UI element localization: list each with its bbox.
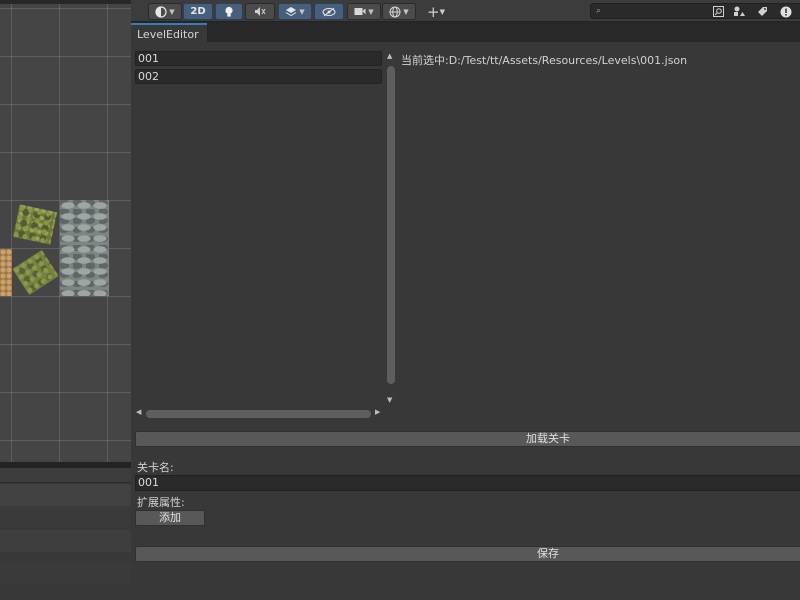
tag-icon xyxy=(757,7,767,16)
gizmos-dropdown[interactable]: ▼ xyxy=(382,3,416,20)
save-button[interactable]: 保存 xyxy=(135,546,800,562)
gizmo-globe-icon xyxy=(389,6,401,17)
plus-icon: + xyxy=(427,2,440,21)
lightbulb-icon xyxy=(225,6,233,17)
sprite-grass-tile[interactable] xyxy=(12,204,58,245)
draw-mode-dropdown[interactable]: ▼ xyxy=(148,3,182,20)
scene-search-button[interactable] xyxy=(709,3,727,20)
chevron-down-icon: ▼ xyxy=(403,7,409,16)
alert-button[interactable] xyxy=(777,3,795,20)
tag-button[interactable] xyxy=(753,3,771,20)
search-scene-icon xyxy=(712,6,724,17)
scene-toolbar: ▼ 2D ▼ ▼ ▼ + ▼ ⌕ xyxy=(131,0,800,22)
window-tab-strip xyxy=(131,22,800,42)
level-list[interactable]: 001 002 xyxy=(135,51,383,409)
chevron-down-icon: ▼ xyxy=(299,7,305,16)
level-list-item[interactable]: 001 xyxy=(135,51,382,66)
tab-level-editor[interactable]: LevelEditor xyxy=(131,23,207,42)
filter-button[interactable] xyxy=(730,3,748,20)
add-property-button[interactable]: 添加 xyxy=(135,510,205,526)
layers-icon xyxy=(286,7,297,17)
sprite-stone-tile[interactable] xyxy=(60,200,109,296)
scene-view-top-bar xyxy=(0,0,131,4)
extended-properties-label: 扩展属性: xyxy=(137,496,185,509)
load-level-button[interactable]: 加载关卡 xyxy=(135,431,800,447)
level-list-item[interactable]: 002 xyxy=(135,69,382,84)
chevron-down-icon: ▼ xyxy=(368,7,374,16)
hidden-objects-toggle[interactable] xyxy=(314,3,344,20)
effects-dropdown[interactable]: ▼ xyxy=(278,3,312,20)
scene-view[interactable] xyxy=(0,0,131,462)
panel-row[interactable] xyxy=(0,562,131,584)
panel-row[interactable] xyxy=(0,484,131,506)
scroll-down-arrow-icon[interactable]: ▼ xyxy=(387,396,392,404)
alert-icon xyxy=(780,6,792,17)
sprite-dirt-tile[interactable] xyxy=(0,249,12,296)
add-object-dropdown[interactable]: + ▼ xyxy=(423,2,449,21)
panel-header xyxy=(0,468,131,483)
scroll-left-arrow-icon[interactable]: ◀ xyxy=(136,408,141,416)
panel-row[interactable] xyxy=(0,530,131,552)
panel-row[interactable] xyxy=(0,506,131,528)
filter-icon xyxy=(734,6,745,16)
eye-slash-icon xyxy=(322,7,336,16)
camera-icon xyxy=(354,8,366,15)
selected-level-path: 当前选中:D:/Test/tt/Assets/Resources/Levels\… xyxy=(401,54,688,67)
level-name-field[interactable]: 001 xyxy=(135,475,800,491)
audio-toggle[interactable] xyxy=(245,3,275,20)
chevron-down-icon: ▼ xyxy=(169,7,175,16)
bottom-left-panel xyxy=(0,462,131,600)
sphere-icon xyxy=(155,5,167,18)
sprite-grass-tile[interactable] xyxy=(12,249,59,296)
camera-dropdown[interactable]: ▼ xyxy=(347,3,381,20)
horizontal-scrollbar-thumb[interactable] xyxy=(146,410,371,418)
search-icon: ⌕ xyxy=(596,6,602,16)
chevron-down-icon: ▼ xyxy=(439,7,445,16)
lighting-toggle[interactable] xyxy=(215,3,243,20)
mode-2d-toggle[interactable]: 2D xyxy=(183,3,213,20)
audio-mute-icon xyxy=(255,7,266,16)
level-name-label: 关卡名: xyxy=(137,461,174,474)
scroll-up-arrow-icon[interactable]: ▲ xyxy=(387,52,392,60)
vertical-scrollbar-thumb[interactable] xyxy=(387,66,395,384)
scroll-right-arrow-icon[interactable]: ▶ xyxy=(375,408,380,416)
